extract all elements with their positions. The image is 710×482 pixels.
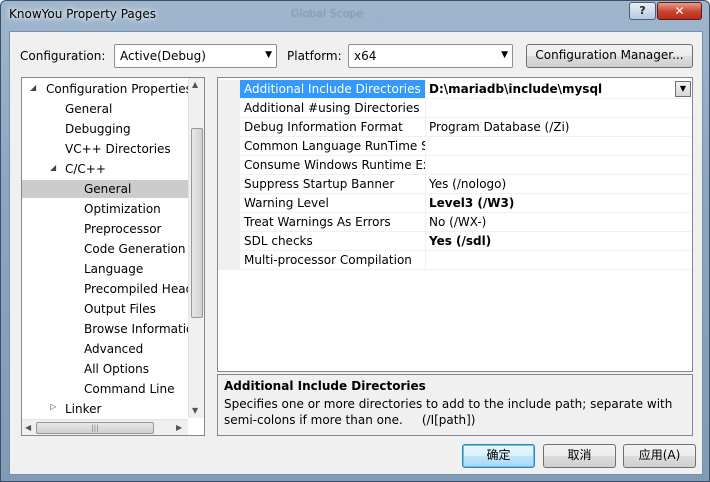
tree-item-optimization[interactable]: Optimization: [84, 200, 161, 218]
tree-item-cpp-general[interactable]: General: [22, 180, 188, 198]
apply-button[interactable]: 应用(A): [623, 444, 696, 468]
grid-property-value[interactable]: Yes (/nologo): [426, 175, 692, 194]
tree-item-configuration-properties[interactable]: Configuration Properties: [46, 80, 192, 98]
grid-property-name[interactable]: Suppress Startup Banner: [240, 175, 426, 194]
configuration-dropdown[interactable]: Active(Debug) ▼: [114, 44, 277, 68]
grid-property-name[interactable]: Debug Information Format: [240, 118, 426, 137]
background-window-title: Global Scope: [291, 7, 364, 20]
window-title: KnowYou Property Pages: [9, 7, 157, 21]
grid-row[interactable]: Suppress Startup Banner Yes (/nologo): [218, 175, 692, 194]
description-panel: Additional Include Directories Specifies…: [217, 374, 693, 436]
grid-property-name[interactable]: Warning Level: [240, 194, 426, 213]
help-button[interactable]: ?: [629, 2, 656, 20]
tree-item-advanced[interactable]: Advanced: [84, 340, 143, 358]
description-title: Additional Include Directories: [224, 379, 426, 393]
grid-property-value[interactable]: No (/WX-): [426, 213, 692, 232]
grid-property-name[interactable]: Treat Warnings As Errors: [240, 213, 426, 232]
grid-property-name[interactable]: Common Language RunTime Su: [240, 137, 426, 156]
ok-button[interactable]: 确定: [462, 444, 535, 468]
horizontal-scroll-thumb[interactable]: |||: [36, 422, 154, 434]
configuration-manager-button[interactable]: Configuration Manager...: [526, 44, 693, 68]
tree-item-preprocessor[interactable]: Preprocessor: [84, 220, 161, 238]
cancel-button[interactable]: 取消: [543, 444, 616, 468]
grid-property-value[interactable]: [426, 137, 692, 156]
grid-row[interactable]: Additional #using Directories: [218, 99, 692, 118]
configuration-value: Active(Debug): [120, 49, 206, 63]
grid-row[interactable]: Multi-processor Compilation: [218, 251, 692, 270]
tree-vertical-scrollbar[interactable]: ▲ ▼: [188, 78, 204, 418]
platform-dropdown[interactable]: x64 ▼: [348, 44, 513, 68]
grid-property-value[interactable]: Program Database (/Zi): [426, 118, 692, 137]
dialog-window: KnowYou Property Pages Global Scope ? ✕ …: [0, 0, 710, 482]
configuration-label: Configuration:: [20, 49, 106, 63]
tree-horizontal-scrollbar[interactable]: ◀ ||| ▶: [22, 419, 188, 435]
grid-property-value[interactable]: D:\mariadb\include\mysql ▼: [426, 80, 692, 99]
grid-property-name[interactable]: SDL checks: [240, 232, 426, 251]
tree-item-command-line[interactable]: Command Line: [84, 380, 175, 398]
tree-item-language[interactable]: Language: [84, 260, 143, 278]
tree-item-all-options[interactable]: All Options: [84, 360, 149, 378]
chevron-down-icon: ▼: [501, 50, 508, 60]
tree-item-output-files[interactable]: Output Files: [84, 300, 156, 318]
grid-row[interactable]: Treat Warnings As Errors No (/WX-): [218, 213, 692, 232]
grid-property-value[interactable]: [426, 156, 692, 175]
tree-item-debugging[interactable]: Debugging: [65, 120, 131, 138]
grid-row[interactable]: Debug Information Format Program Databas…: [218, 118, 692, 137]
title-bar[interactable]: KnowYou Property Pages Global Scope ? ✕: [1, 1, 709, 31]
tree-item-general[interactable]: General: [65, 100, 112, 118]
grid-property-value[interactable]: Yes (/sdl): [426, 232, 692, 251]
description-text: Specifies one or more directories to add…: [224, 397, 677, 427]
grid-property-name[interactable]: Consume Windows Runtime Ext: [240, 156, 426, 175]
scroll-right-icon[interactable]: ▶: [176, 423, 182, 432]
chevron-down-icon[interactable]: ▼: [675, 81, 691, 97]
property-grid[interactable]: Additional Include Directories D:\mariad…: [217, 77, 693, 372]
grid-property-value[interactable]: [426, 251, 692, 270]
expanded-arrow-icon[interactable]: ◢: [50, 163, 56, 172]
grid-property-value[interactable]: [426, 99, 692, 118]
grid-row[interactable]: Additional Include Directories D:\mariad…: [218, 80, 692, 99]
expanded-arrow-icon[interactable]: ◢: [30, 83, 36, 92]
tree-item-browse-information[interactable]: Browse Informatio: [84, 320, 193, 338]
vertical-scroll-thumb[interactable]: [191, 128, 203, 318]
grid-property-name[interactable]: Additional #using Directories: [240, 99, 426, 118]
grid-row[interactable]: SDL checks Yes (/sdl): [218, 232, 692, 251]
grid-property-value[interactable]: Level3 (/W3): [426, 194, 692, 213]
grid-property-name[interactable]: Additional Include Directories: [240, 80, 426, 99]
tree-item-linker[interactable]: Linker: [65, 400, 101, 418]
grid-row[interactable]: Consume Windows Runtime Ext: [218, 156, 692, 175]
scroll-left-icon[interactable]: ◀: [25, 423, 31, 432]
chevron-down-icon: ▼: [265, 50, 272, 60]
grid-property-name[interactable]: Multi-processor Compilation: [240, 251, 426, 270]
grid-row[interactable]: Warning Level Level3 (/W3): [218, 194, 692, 213]
tree-item-precompiled-headers[interactable]: Precompiled Head: [84, 280, 193, 298]
tree-item-code-generation[interactable]: Code Generation: [84, 240, 185, 258]
platform-value: x64: [354, 49, 377, 63]
grid-row[interactable]: Common Language RunTime Su: [218, 137, 692, 156]
dialog-client-area: Configuration: Active(Debug) ▼ Platform:…: [9, 31, 703, 475]
close-icon: ✕: [674, 4, 685, 18]
property-tree[interactable]: ◢ Configuration Properties General Debug…: [21, 77, 205, 436]
collapsed-arrow-icon[interactable]: ▷: [50, 402, 56, 411]
grid-value-text: D:\mariadb\include\mysql: [429, 82, 603, 96]
scroll-down-icon[interactable]: ▼: [192, 406, 198, 415]
tree-item-cpp[interactable]: C/C++: [65, 160, 106, 178]
scroll-up-icon[interactable]: ▲: [192, 80, 198, 89]
platform-label: Platform:: [287, 49, 342, 63]
close-button[interactable]: ✕: [657, 2, 702, 20]
tree-item-vc-directories[interactable]: VC++ Directories: [65, 140, 171, 158]
